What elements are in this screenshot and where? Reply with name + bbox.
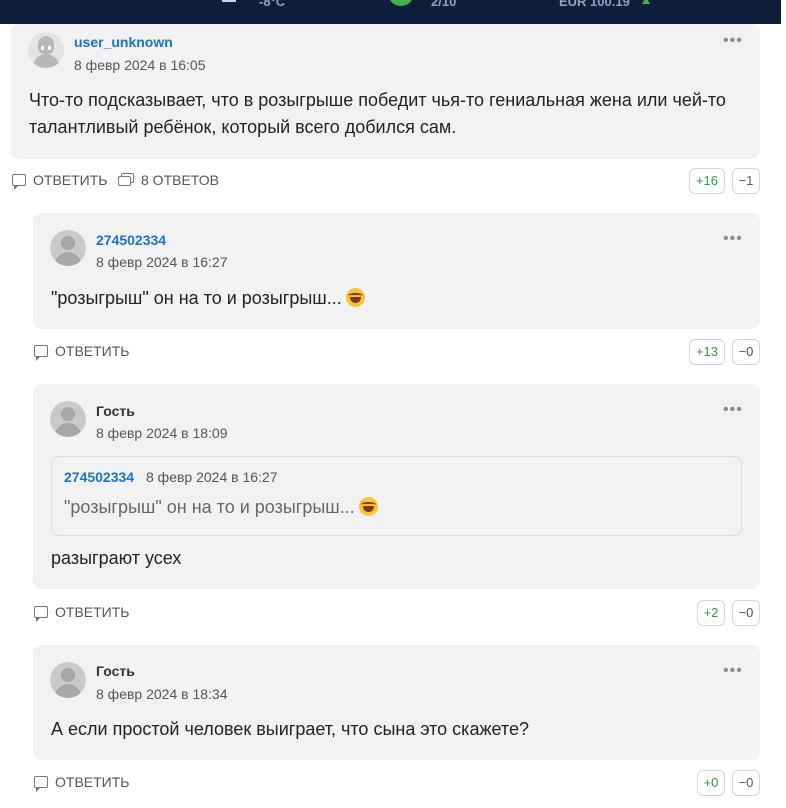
comment-card: Гость 8 февр 2024 в 18:09 ••• 274502334 …: [33, 384, 760, 589]
more-horizontal-icon[interactable]: •••: [723, 663, 743, 679]
comment-author: Гость: [96, 403, 135, 419]
show-replies-button[interactable]: 8 ОТВЕТОВ: [118, 172, 219, 188]
currency-rate: EUR 100.19: [559, 0, 630, 9]
quoted-text: "розыгрыш" он на то и розыгрыш...: [64, 497, 378, 518]
avatar[interactable]: [50, 662, 86, 698]
weather-icon: [222, 0, 236, 2]
comment-date: 8 февр 2024 в 18:34: [96, 686, 228, 702]
reply-button[interactable]: ОТВЕТИТЬ: [12, 172, 107, 190]
comment-card: 274502334 8 февр 2024 в 16:27 ••• "розыг…: [33, 213, 760, 329]
comment-bubble-icon: [12, 174, 26, 190]
comment-author: Гость: [96, 663, 135, 679]
comment-text: разыграют усех: [51, 548, 182, 568]
avatar[interactable]: [50, 230, 86, 266]
comment-date: 8 февр 2024 в 18:09: [96, 425, 228, 441]
comment-bubble-icon: [34, 345, 48, 361]
comment-date: 8 февр 2024 в 16:05: [74, 57, 206, 73]
top-info-bar: -8°C 2/10 EUR 100.19: [0, 0, 781, 24]
comment-card: Гость 8 февр 2024 в 18:34 ••• А если про…: [33, 645, 760, 760]
more-horizontal-icon[interactable]: •••: [723, 402, 743, 418]
reply-button[interactable]: ОТВЕТИТЬ: [34, 343, 129, 361]
comments-icon: [118, 173, 135, 187]
more-horizontal-icon[interactable]: •••: [723, 231, 743, 247]
upvote-button[interactable]: +13: [689, 339, 725, 365]
traffic-score: 2/10: [431, 0, 457, 9]
quoted-date: 8 февр 2024 в 16:27: [146, 469, 278, 485]
avatar[interactable]: [28, 32, 64, 68]
comment-text: "розыгрыш" он на то и розыгрыш...: [51, 285, 365, 312]
reply-button[interactable]: ОТВЕТИТЬ: [34, 604, 129, 622]
downvote-button[interactable]: −0: [732, 600, 760, 626]
arrow-up-icon: [642, 0, 650, 4]
traffic-indicator-icon: [388, 0, 414, 6]
downvote-button[interactable]: −1: [732, 168, 760, 194]
quoted-author[interactable]: 274502334: [64, 469, 134, 485]
upvote-button[interactable]: +0: [697, 770, 725, 796]
quoted-comment: 274502334 8 февр 2024 в 16:27 "розыгрыш"…: [51, 456, 742, 536]
upvote-button[interactable]: +2: [697, 600, 725, 626]
comment-author[interactable]: 274502334: [96, 232, 166, 248]
comment-card: user_unknown 8 февр 2024 в 16:05 ••• Что…: [11, 24, 760, 159]
robot-head-icon: [38, 36, 54, 54]
comment-author[interactable]: user_unknown: [74, 34, 173, 50]
upvote-button[interactable]: +16: [689, 168, 725, 194]
comment-bubble-icon: [34, 776, 48, 792]
laughing-tears-emoji-icon: [358, 497, 378, 516]
laughing-tears-emoji-icon: [345, 288, 365, 307]
reply-button[interactable]: ОТВЕТИТЬ: [34, 774, 129, 792]
avatar[interactable]: [50, 401, 86, 437]
comment-bubble-icon: [34, 606, 48, 622]
comment-text: Что-то подсказывает, что в розыгрыше поб…: [29, 90, 726, 137]
comment-text: А если простой человек выиграет, что сын…: [51, 719, 529, 739]
more-horizontal-icon[interactable]: •••: [723, 33, 743, 49]
downvote-button[interactable]: −0: [732, 339, 760, 365]
downvote-button[interactable]: −0: [732, 770, 760, 796]
comment-date: 8 февр 2024 в 16:27: [96, 254, 228, 270]
weather-temp: -8°C: [259, 0, 286, 9]
